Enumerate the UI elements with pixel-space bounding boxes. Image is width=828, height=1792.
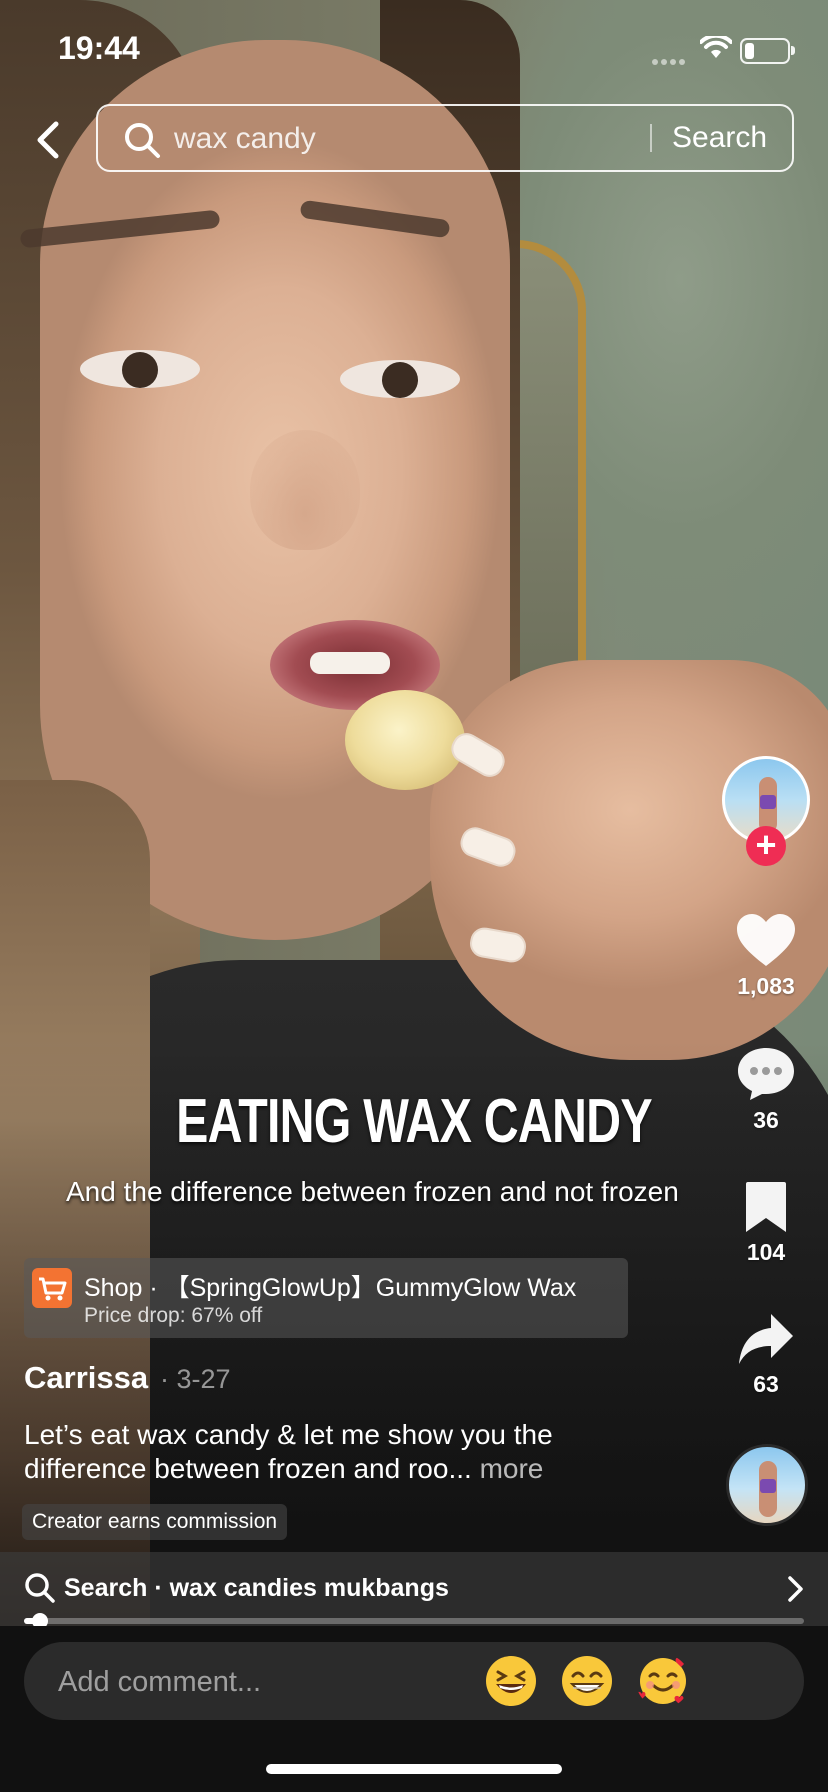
like-count: 1,083: [737, 973, 795, 999]
wifi-icon: [700, 36, 732, 58]
save-button[interactable]: 104: [722, 1180, 810, 1266]
follow-button[interactable]: +: [746, 826, 786, 866]
grinning-squinting-face-icon[interactable]: [484, 1654, 538, 1708]
like-button[interactable]: 1,083: [722, 912, 810, 1000]
bottom-bar: Add comment...: [0, 1626, 828, 1792]
video-headline: EATING WAX CANDY: [176, 1087, 652, 1156]
search-icon: [25, 1573, 55, 1603]
author-name[interactable]: Carrissa: [24, 1360, 148, 1396]
shop-product-title: Shop · 【SpringGlowUp】GummyGlow Wax: [84, 1274, 577, 1302]
status-time: 19:44: [58, 30, 140, 66]
save-count: 104: [746, 1239, 786, 1265]
eye: [340, 360, 460, 398]
comment-placeholder: Add comment...: [58, 1666, 262, 1698]
commission-badge: Creator earns commission: [22, 1504, 288, 1540]
divider: [650, 124, 652, 152]
share-count: 63: [753, 1371, 779, 1397]
post-date: · 3-27: [160, 1364, 231, 1394]
shop-price-drop: Price drop: 67% off: [84, 1304, 263, 1327]
battery-icon: [740, 38, 795, 64]
search-input[interactable]: wax candy Search: [96, 104, 794, 172]
caption-text: Let’s eat wax candy & let me show you th…: [24, 1419, 553, 1484]
related-search-label: Search · wax candies mukbangs: [64, 1574, 449, 1602]
share-arrow-icon: [739, 1314, 793, 1364]
teeth: [310, 652, 390, 674]
bookmark-icon: [746, 1182, 786, 1232]
shopping-cart-icon: [32, 1268, 72, 1308]
smiling-face-with-hearts-icon[interactable]: [636, 1654, 690, 1708]
home-indicator[interactable]: [266, 1764, 562, 1774]
nose: [250, 430, 360, 550]
video-progress-bar[interactable]: [24, 1613, 804, 1629]
search-query-text: wax candy: [174, 122, 316, 155]
share-button[interactable]: 63: [722, 1312, 810, 1398]
more-link[interactable]: more: [480, 1453, 544, 1484]
avatar-figure: [759, 1461, 777, 1517]
post-caption[interactable]: Let’s eat wax candy & let me show you th…: [24, 1418, 644, 1486]
cellular-signal-icon: [652, 52, 688, 70]
wax-candy: [345, 690, 465, 790]
related-search-bar[interactable]: Search · wax candies mukbangs: [0, 1552, 828, 1626]
search-icon: [125, 123, 160, 158]
shop-product-card[interactable]: Shop · 【SpringGlowUp】GummyGlow Wax Price…: [24, 1258, 628, 1338]
eye: [80, 350, 200, 388]
back-arrow-icon[interactable]: [26, 116, 70, 164]
chevron-right-icon: [788, 1576, 803, 1602]
status-bar: 19:44: [0, 0, 828, 100]
music-disc[interactable]: [726, 1444, 808, 1526]
video-subheadline: And the difference between frozen and no…: [66, 1176, 679, 1207]
search-button[interactable]: Search: [672, 121, 767, 155]
beaming-face-icon[interactable]: [560, 1654, 614, 1708]
comment-bubble-icon: [738, 1048, 794, 1100]
heart-icon: [737, 914, 795, 966]
comment-input[interactable]: Add comment...: [24, 1642, 804, 1720]
